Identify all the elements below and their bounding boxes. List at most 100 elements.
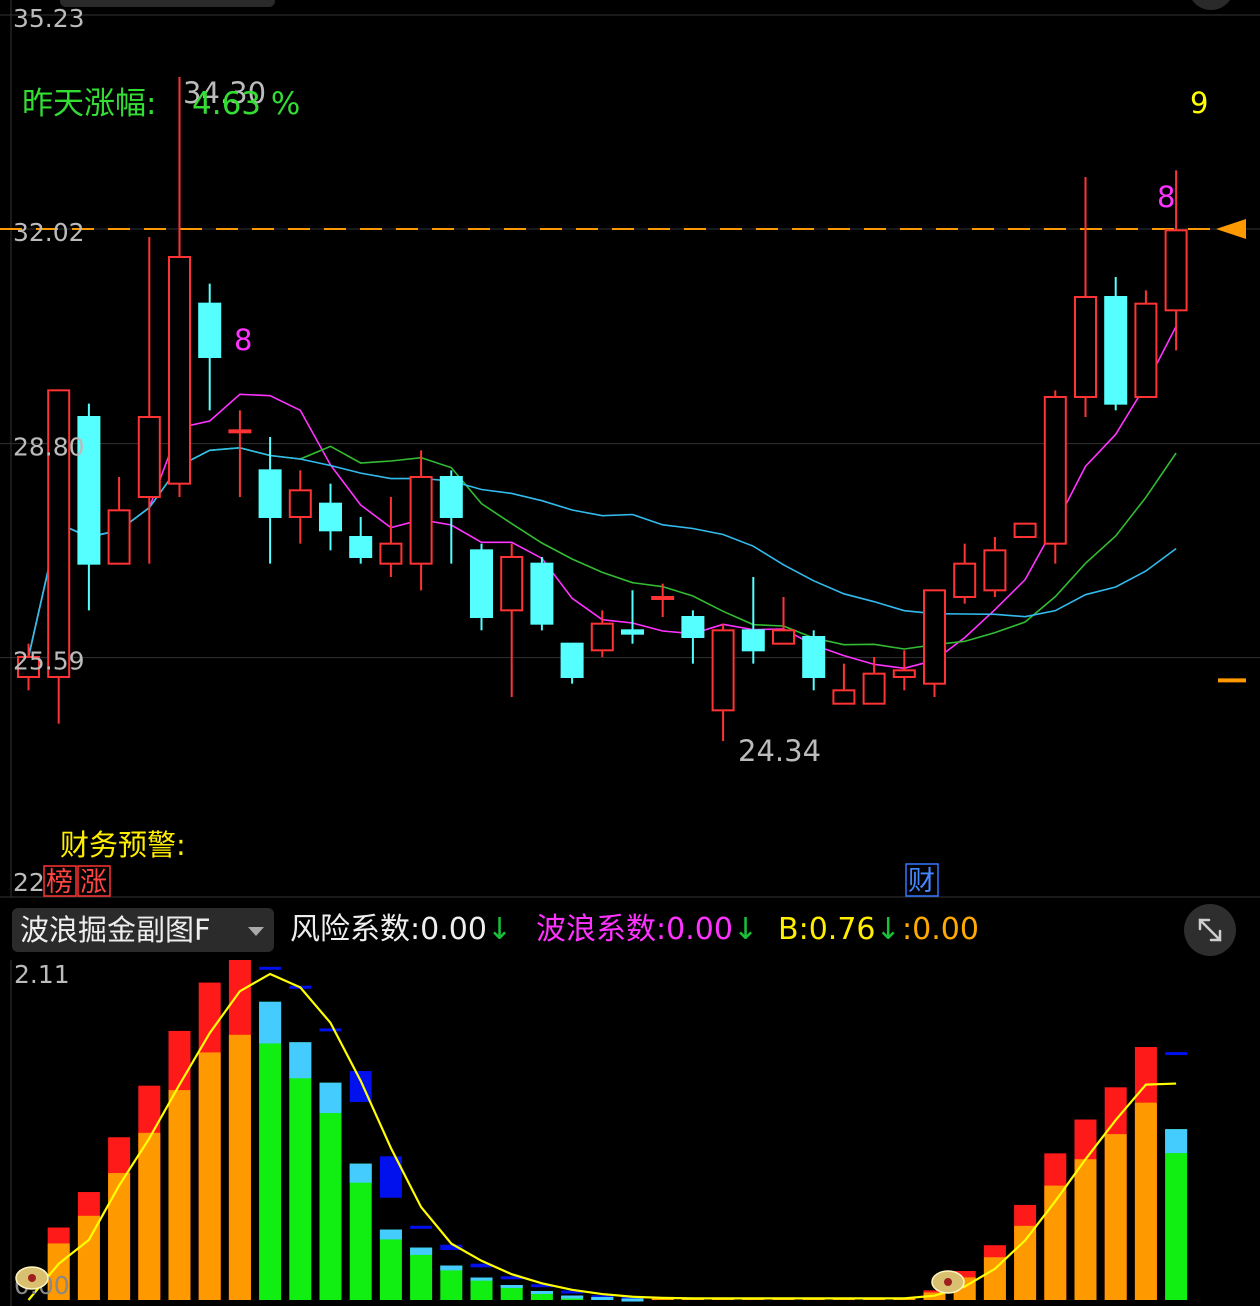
candle <box>319 483 342 551</box>
candle <box>409 450 433 591</box>
wave-label: 波浪系数: <box>536 912 667 947</box>
bar-cap <box>440 1265 463 1271</box>
candle <box>892 650 916 691</box>
candle <box>953 543 977 604</box>
candle-body <box>379 542 403 565</box>
down-arrow-icon: ↓ <box>732 912 759 947</box>
indicator-bar <box>108 1137 131 1300</box>
candle-body <box>137 416 161 498</box>
candle-body <box>1134 302 1158 398</box>
bar-inner <box>379 1229 402 1300</box>
yesterday-change-label: 昨天涨幅: <box>22 86 156 122</box>
candle-body <box>470 549 493 618</box>
extra-value: 0.00 <box>912 912 979 947</box>
indicator-bar <box>379 1156 402 1300</box>
tag-cai: 财 <box>908 866 935 897</box>
money-bag-dot <box>944 1278 952 1286</box>
yesterday-change-value: 4.63 % <box>192 86 300 122</box>
candle-body <box>892 669 916 678</box>
candle-body <box>621 629 644 635</box>
candlestick-chart[interactable]: 35.2332.0228.8025.592234.3024.34昨天涨幅: 4.6… <box>0 0 1260 900</box>
indicator-toolbar: 波浪掘金副图F 风险系数:0.00↓ 波浪系数:0.00↓ B:0.76↓ :0… <box>0 900 1260 960</box>
bar-cap <box>1165 1129 1188 1154</box>
candle-body <box>862 672 886 705</box>
candle <box>711 623 735 741</box>
indicator-bar <box>470 1263 493 1300</box>
indicator-dropdown[interactable]: 波浪掘金副图F <box>12 908 274 952</box>
bar-cap <box>500 1285 523 1289</box>
candle-body <box>319 502 342 532</box>
candle-body <box>1074 296 1097 398</box>
bar-inner <box>1074 1159 1097 1300</box>
bar-cap <box>349 1163 372 1183</box>
price-axis-label: 35.23 <box>13 4 85 33</box>
indicator-bar <box>228 960 251 1300</box>
candle <box>621 590 644 644</box>
expand-button[interactable] <box>1184 904 1236 956</box>
bar-cap <box>379 1229 402 1240</box>
candle <box>681 610 705 664</box>
extra-label: : <box>902 912 913 947</box>
bar-cap <box>561 1295 584 1299</box>
candle-body <box>107 509 131 565</box>
bar-outer <box>319 1028 342 1032</box>
indicator-bar <box>1014 1204 1037 1300</box>
indicator-bar <box>440 1244 463 1300</box>
indicator-bar <box>289 985 312 1300</box>
candle <box>802 630 826 691</box>
risk-readout: 风险系数:0.00↓ <box>290 910 512 950</box>
b-value: 0.76 <box>808 912 876 947</box>
candle <box>379 497 403 577</box>
candle <box>1104 277 1128 411</box>
bar-inner <box>470 1277 493 1300</box>
candle <box>983 537 1007 597</box>
candle <box>288 470 312 544</box>
bar-cap <box>289 1042 312 1079</box>
indicator-bar <box>1044 1153 1067 1300</box>
candle-body <box>772 629 795 645</box>
bar-cap <box>591 1297 614 1301</box>
bar-inner <box>259 1001 282 1300</box>
candle <box>198 283 222 411</box>
candle-body <box>1104 296 1128 405</box>
bar-inner <box>1134 1102 1157 1300</box>
wave-readout: 波浪系数:0.00↓ <box>536 910 758 950</box>
candle-body <box>953 562 977 599</box>
indicator-bar <box>1074 1119 1097 1300</box>
tag-bang: 榜 <box>46 867 73 898</box>
candle <box>349 517 373 564</box>
bar-cap <box>319 1082 342 1114</box>
candle <box>1013 522 1037 539</box>
bar-inner <box>289 1042 312 1300</box>
indicator-bar <box>259 966 282 1300</box>
candle <box>832 663 856 705</box>
wave-indicator-chart[interactable]: 2.110.00 <box>0 960 1260 1306</box>
low-price-label: 24.34 <box>738 734 821 768</box>
indicator-bar <box>1165 1052 1188 1300</box>
extra-readout: :0.00 <box>902 910 979 950</box>
bar-inner <box>1014 1225 1037 1300</box>
indicator-bar <box>530 1284 553 1300</box>
bar-inner <box>1165 1129 1188 1300</box>
risk-value: 0.00 <box>420 912 487 947</box>
candle <box>772 597 795 645</box>
down-arrow-icon: ↓ <box>875 912 901 947</box>
bar-inner <box>108 1173 131 1300</box>
candle <box>228 410 252 497</box>
indicator-bar <box>138 1085 161 1300</box>
candle-body <box>288 489 312 519</box>
indicator-bar <box>410 1225 433 1300</box>
risk-label: 风险系数: <box>290 912 421 947</box>
candle <box>530 557 554 631</box>
reference-arrow-marker <box>1216 219 1246 239</box>
bar-cap <box>530 1291 553 1295</box>
candle-body <box>1013 522 1037 539</box>
bar-inner <box>319 1082 342 1300</box>
candle <box>470 543 493 631</box>
bar-outer <box>410 1225 433 1229</box>
candle <box>560 642 584 684</box>
bar-inner <box>349 1163 372 1300</box>
candle <box>1134 290 1158 398</box>
bar-inner <box>228 1034 251 1300</box>
candle <box>862 657 886 705</box>
